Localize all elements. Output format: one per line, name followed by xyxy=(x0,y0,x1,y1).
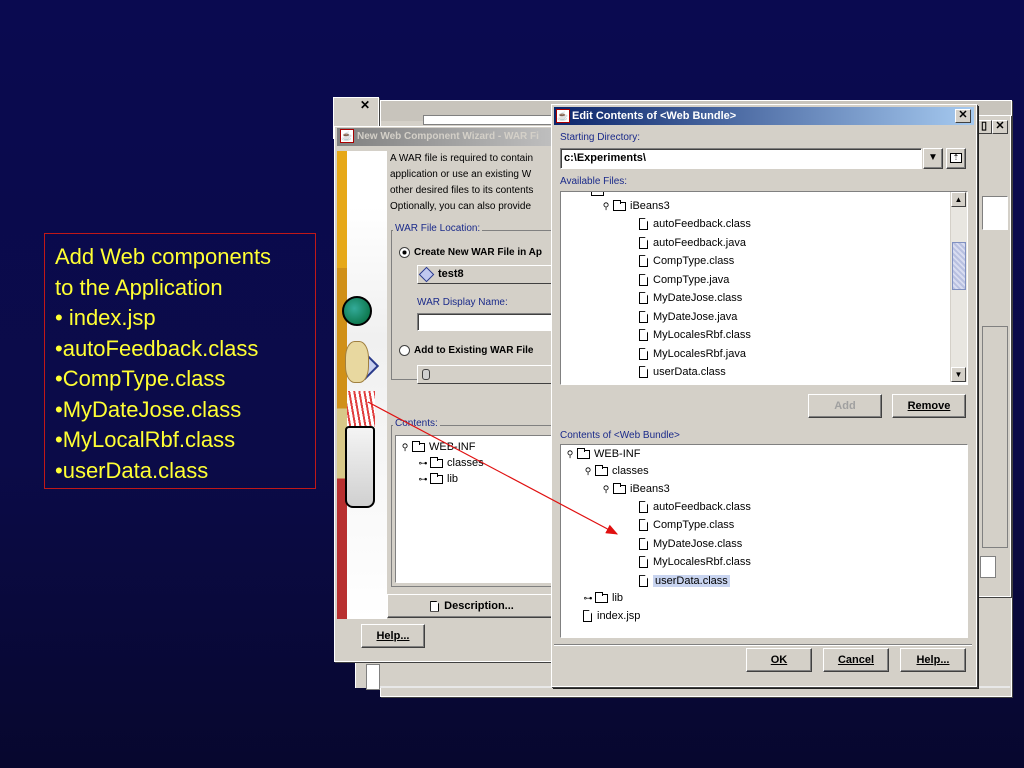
arrow-line xyxy=(367,401,619,535)
annotation-arrow xyxy=(367,401,619,535)
